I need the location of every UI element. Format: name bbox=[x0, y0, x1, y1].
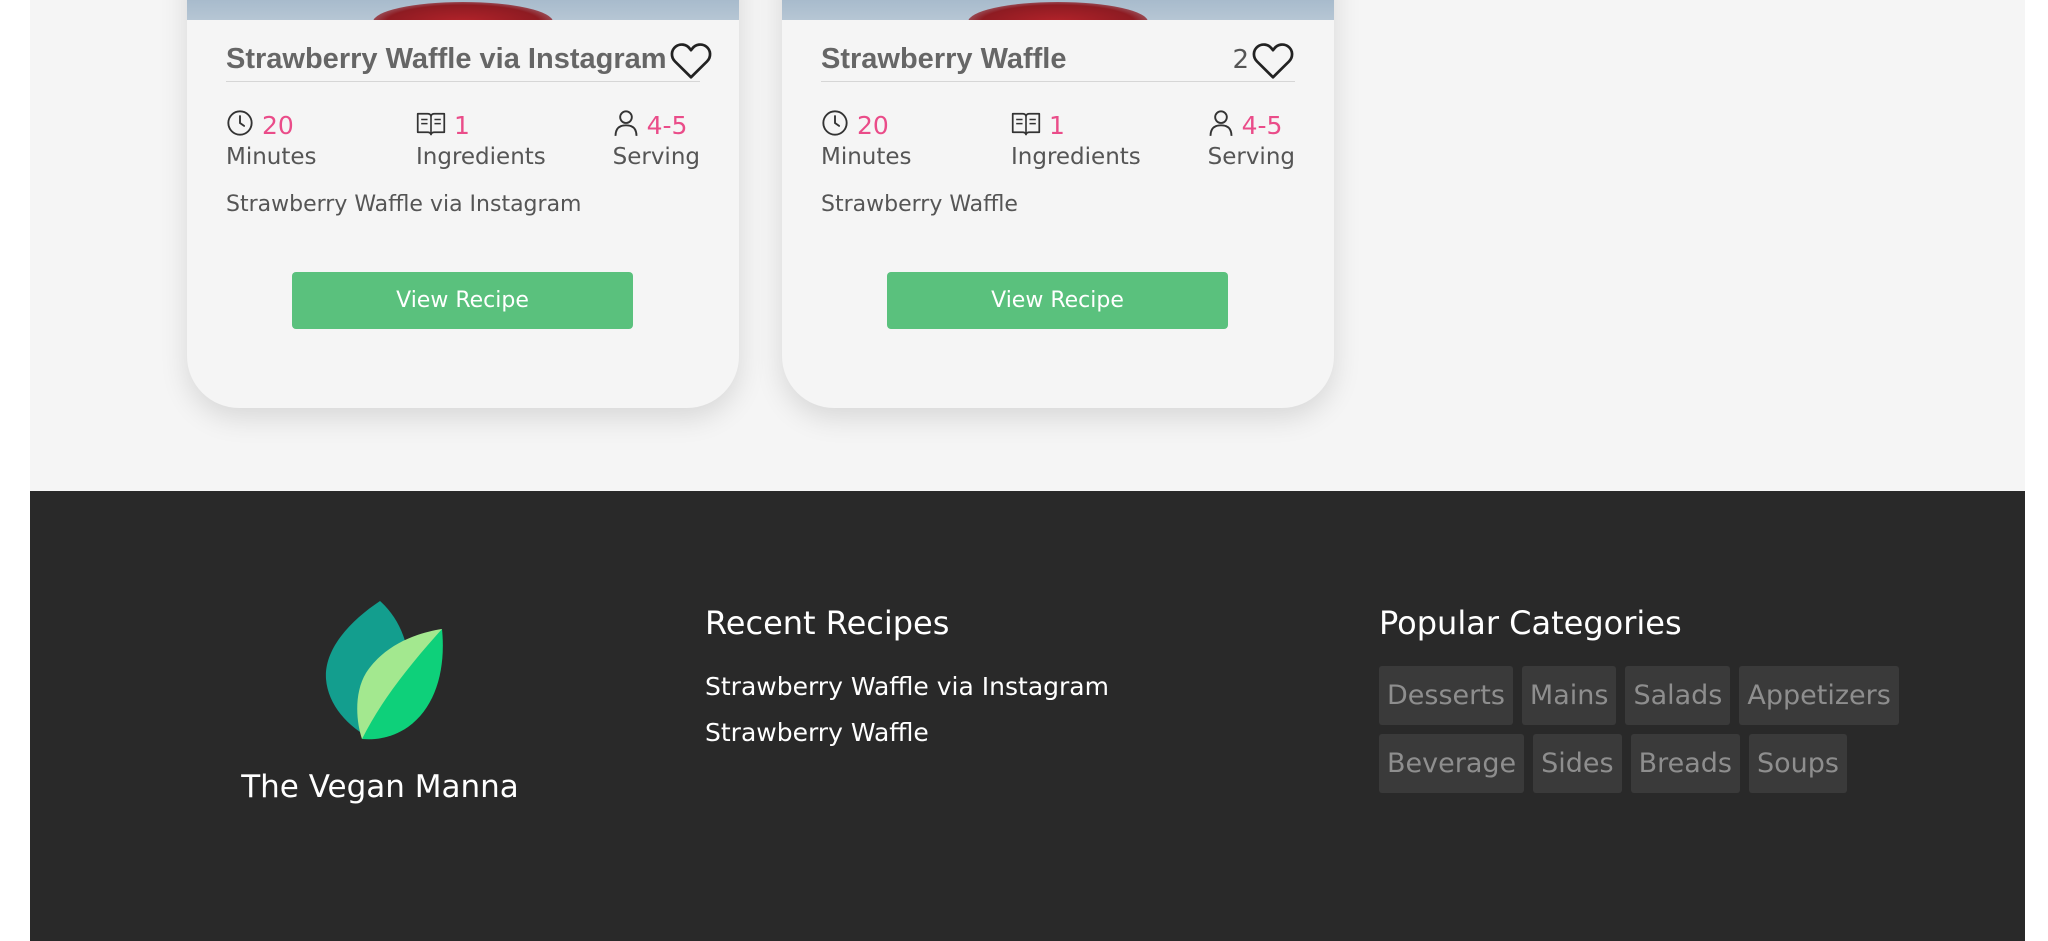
recipe-stats: 20 Minutes 1 Ingredients 4-5 Serving bbox=[821, 110, 1295, 180]
like-control[interactable]: 2 bbox=[1232, 40, 1295, 80]
serving-label: Serving bbox=[612, 144, 700, 170]
category-tag-appetizers[interactable]: Appetizers bbox=[1739, 666, 1899, 725]
category-tag-desserts[interactable]: Desserts bbox=[1379, 666, 1513, 725]
recipe-image[interactable] bbox=[187, 0, 739, 20]
popular-categories-heading: Popular Categories bbox=[1379, 604, 1682, 642]
recipe-title[interactable]: Strawberry Waffle via Instagram bbox=[226, 43, 667, 76]
book-icon bbox=[1011, 110, 1041, 140]
ingredients-value: 1 bbox=[454, 110, 470, 140]
category-tags: Desserts Mains Salads Appetizers Beverag… bbox=[1379, 666, 2019, 793]
serving-label: Serving bbox=[1207, 144, 1295, 170]
heart-icon[interactable] bbox=[669, 40, 713, 80]
recipe-title[interactable]: Strawberry Waffle bbox=[821, 43, 1067, 76]
card-title-row: Strawberry Waffle 2 bbox=[821, 38, 1295, 82]
recipe-description: Strawberry Waffle via Instagram bbox=[226, 192, 582, 217]
recent-recipe-link[interactable]: Strawberry Waffle bbox=[705, 710, 1109, 756]
clock-icon bbox=[226, 109, 254, 141]
clock-icon bbox=[821, 109, 849, 141]
stat-serving: 4-5 Serving bbox=[1208, 110, 1295, 170]
view-recipe-button[interactable]: View Recipe bbox=[887, 272, 1228, 329]
category-tag-sides[interactable]: Sides bbox=[1533, 734, 1622, 793]
leaf-logo-icon[interactable] bbox=[320, 599, 445, 745]
book-icon bbox=[416, 110, 446, 140]
recent-recipes: Recent Recipes Strawberry Waffle via Ins… bbox=[705, 604, 1109, 756]
time-label: Minutes bbox=[821, 144, 912, 170]
category-tag-beverage[interactable]: Beverage bbox=[1379, 734, 1525, 793]
recipe-description: Strawberry Waffle bbox=[821, 192, 1018, 217]
heart-icon[interactable] bbox=[1251, 40, 1295, 80]
category-tag-salads[interactable]: Salads bbox=[1625, 666, 1731, 725]
category-tag-breads[interactable]: Breads bbox=[1630, 734, 1740, 793]
stat-ingredients: 1 Ingredients bbox=[1011, 110, 1141, 171]
like-control[interactable] bbox=[667, 40, 713, 80]
ingredients-label: Ingredients bbox=[416, 144, 546, 170]
card-title-row: Strawberry Waffle via Instagram bbox=[226, 38, 711, 82]
time-value: 20 bbox=[262, 110, 294, 140]
category-tag-mains[interactable]: Mains bbox=[1521, 666, 1617, 725]
person-icon bbox=[1208, 109, 1234, 141]
serving-value: 4-5 bbox=[646, 110, 688, 140]
ingredients-label: Ingredients bbox=[1011, 144, 1141, 170]
like-count: 2 bbox=[1232, 44, 1249, 75]
recent-recipes-list: Strawberry Waffle via Instagram Strawber… bbox=[705, 664, 1109, 756]
stat-time: 20 Minutes bbox=[821, 110, 912, 170]
brand-name: The Vegan Manna bbox=[241, 769, 519, 805]
stat-ingredients: 1 Ingredients bbox=[416, 110, 546, 171]
recent-recipe-link[interactable]: Strawberry Waffle via Instagram bbox=[705, 664, 1109, 710]
time-value: 20 bbox=[857, 110, 889, 140]
site-footer: The Vegan Manna Recent Recipes Strawberr… bbox=[30, 491, 2025, 941]
recipe-image[interactable] bbox=[782, 0, 1334, 20]
stat-serving: 4-5 Serving bbox=[613, 110, 700, 170]
recipe-stats: 20 Minutes 1 Ingredients 4-5 Serving bbox=[226, 110, 700, 180]
person-icon bbox=[613, 109, 639, 141]
popular-categories: Popular Categories Desserts Mains Salads… bbox=[1379, 604, 2019, 793]
recipe-card: Strawberry Waffle 2 20 Minutes 1 Ingredi… bbox=[782, 0, 1334, 408]
serving-value: 4-5 bbox=[1241, 110, 1283, 140]
stat-time: 20 Minutes bbox=[226, 110, 317, 170]
ingredients-value: 1 bbox=[1049, 110, 1065, 140]
view-recipe-button[interactable]: View Recipe bbox=[292, 272, 633, 329]
recipe-card: Strawberry Waffle via Instagram 20 Minut… bbox=[187, 0, 739, 408]
category-tag-soups[interactable]: Soups bbox=[1749, 734, 1847, 793]
time-label: Minutes bbox=[226, 144, 317, 170]
recent-recipes-heading: Recent Recipes bbox=[705, 604, 950, 642]
